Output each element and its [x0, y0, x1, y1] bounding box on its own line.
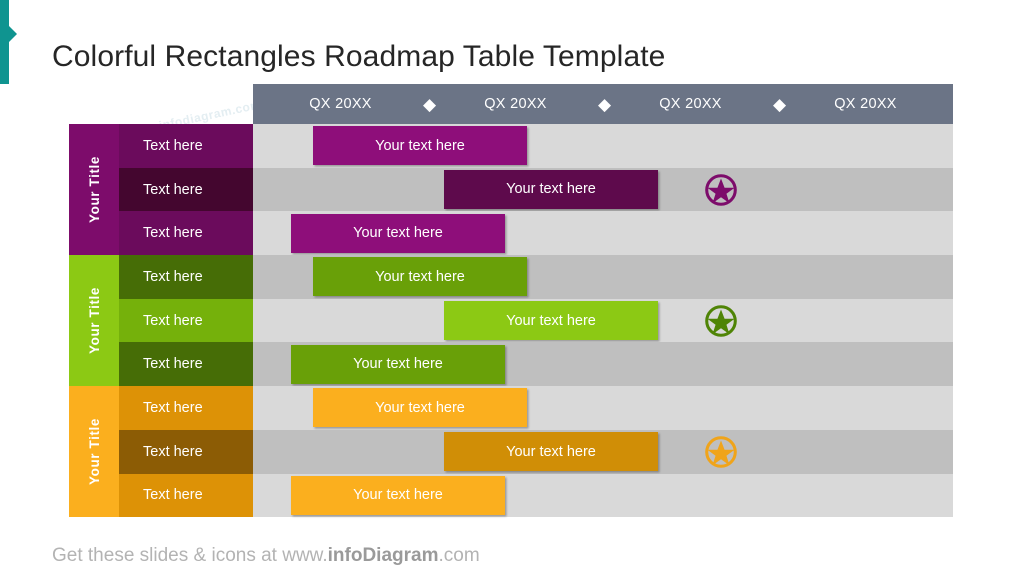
roadmap-row: Text here Your text here: [69, 298, 953, 343]
task-bar[interactable]: Your text here: [444, 432, 658, 472]
timeline-period-2: QX 20XX: [484, 96, 547, 112]
timeline-period-4: QX 20XX: [834, 96, 897, 112]
left-accent-bar: [0, 0, 9, 84]
roadmap-row: Your Title Text here Your text here: [69, 124, 953, 256]
group-title-label: Your Title: [86, 156, 102, 224]
footer-suffix: .com: [438, 545, 480, 566]
row-label-cell[interactable]: Text here: [119, 255, 253, 299]
milestone-star-icon: [704, 435, 738, 469]
task-bar[interactable]: Your text here: [313, 257, 527, 297]
roadmap-row: Text here Your text here: [69, 211, 953, 256]
task-bar[interactable]: Your text here: [291, 344, 505, 384]
task-bar[interactable]: Your text here: [291, 213, 505, 253]
task-bar[interactable]: Your text here: [313, 388, 527, 428]
row-label-cell[interactable]: Text here: [119, 298, 253, 343]
row-label-cell[interactable]: Text here: [119, 124, 253, 168]
milestone-star-icon: [704, 304, 738, 338]
timeline-period-3: QX 20XX: [659, 96, 722, 112]
task-bar[interactable]: Your text here: [313, 126, 527, 166]
roadmap-row: Text here Your text here: [69, 473, 953, 518]
footer-brand: infoDiagram: [327, 545, 439, 566]
group-title-strip-3[interactable]: Your Title: [69, 386, 119, 518]
group-title-strip-1[interactable]: Your Title: [69, 124, 119, 256]
left-accent-arrow-icon: [9, 26, 17, 42]
roadmap-table: Your Title Text here Your text here Text he…: [69, 124, 953, 518]
footer-prefix: Get these slides & icons at www.: [52, 545, 328, 566]
timeline-header: QX 20XX ◆ QX 20XX ◆ QX 20XX ◆ QX 20XX: [253, 84, 953, 124]
group-title-label: Your Title: [86, 418, 102, 486]
roadmap-row: Your Title Text here Your text here: [69, 255, 953, 387]
row-label-cell[interactable]: Text here: [119, 342, 253, 387]
page-title: Colorful Rectangles Roadmap Table Templa…: [52, 40, 666, 74]
row-label-cell[interactable]: Text here: [119, 429, 253, 474]
row-label-cell[interactable]: Text here: [119, 211, 253, 256]
roadmap-row: Text here Your text here: [69, 167, 953, 212]
row-label-cell[interactable]: Text here: [119, 386, 253, 430]
group-title-strip-2[interactable]: Your Title: [69, 255, 119, 387]
roadmap-row: Text here Your text here: [69, 429, 953, 474]
roadmap-row: Your Title Text here Your text here: [69, 386, 953, 518]
row-label-cell[interactable]: Text here: [119, 167, 253, 212]
task-bar[interactable]: Your text here: [444, 301, 658, 341]
footer-credit: Get these slides & icons at www.infoDiag…: [52, 545, 480, 567]
milestone-star-icon: [704, 173, 738, 207]
timeline-period-1: QX 20XX: [309, 96, 372, 112]
row-label-cell[interactable]: Text here: [119, 473, 253, 518]
task-bar[interactable]: Your text here: [444, 169, 658, 209]
task-bar[interactable]: Your text here: [291, 475, 505, 515]
group-title-label: Your Title: [86, 287, 102, 355]
roadmap-row: Text here Your text here: [69, 342, 953, 387]
